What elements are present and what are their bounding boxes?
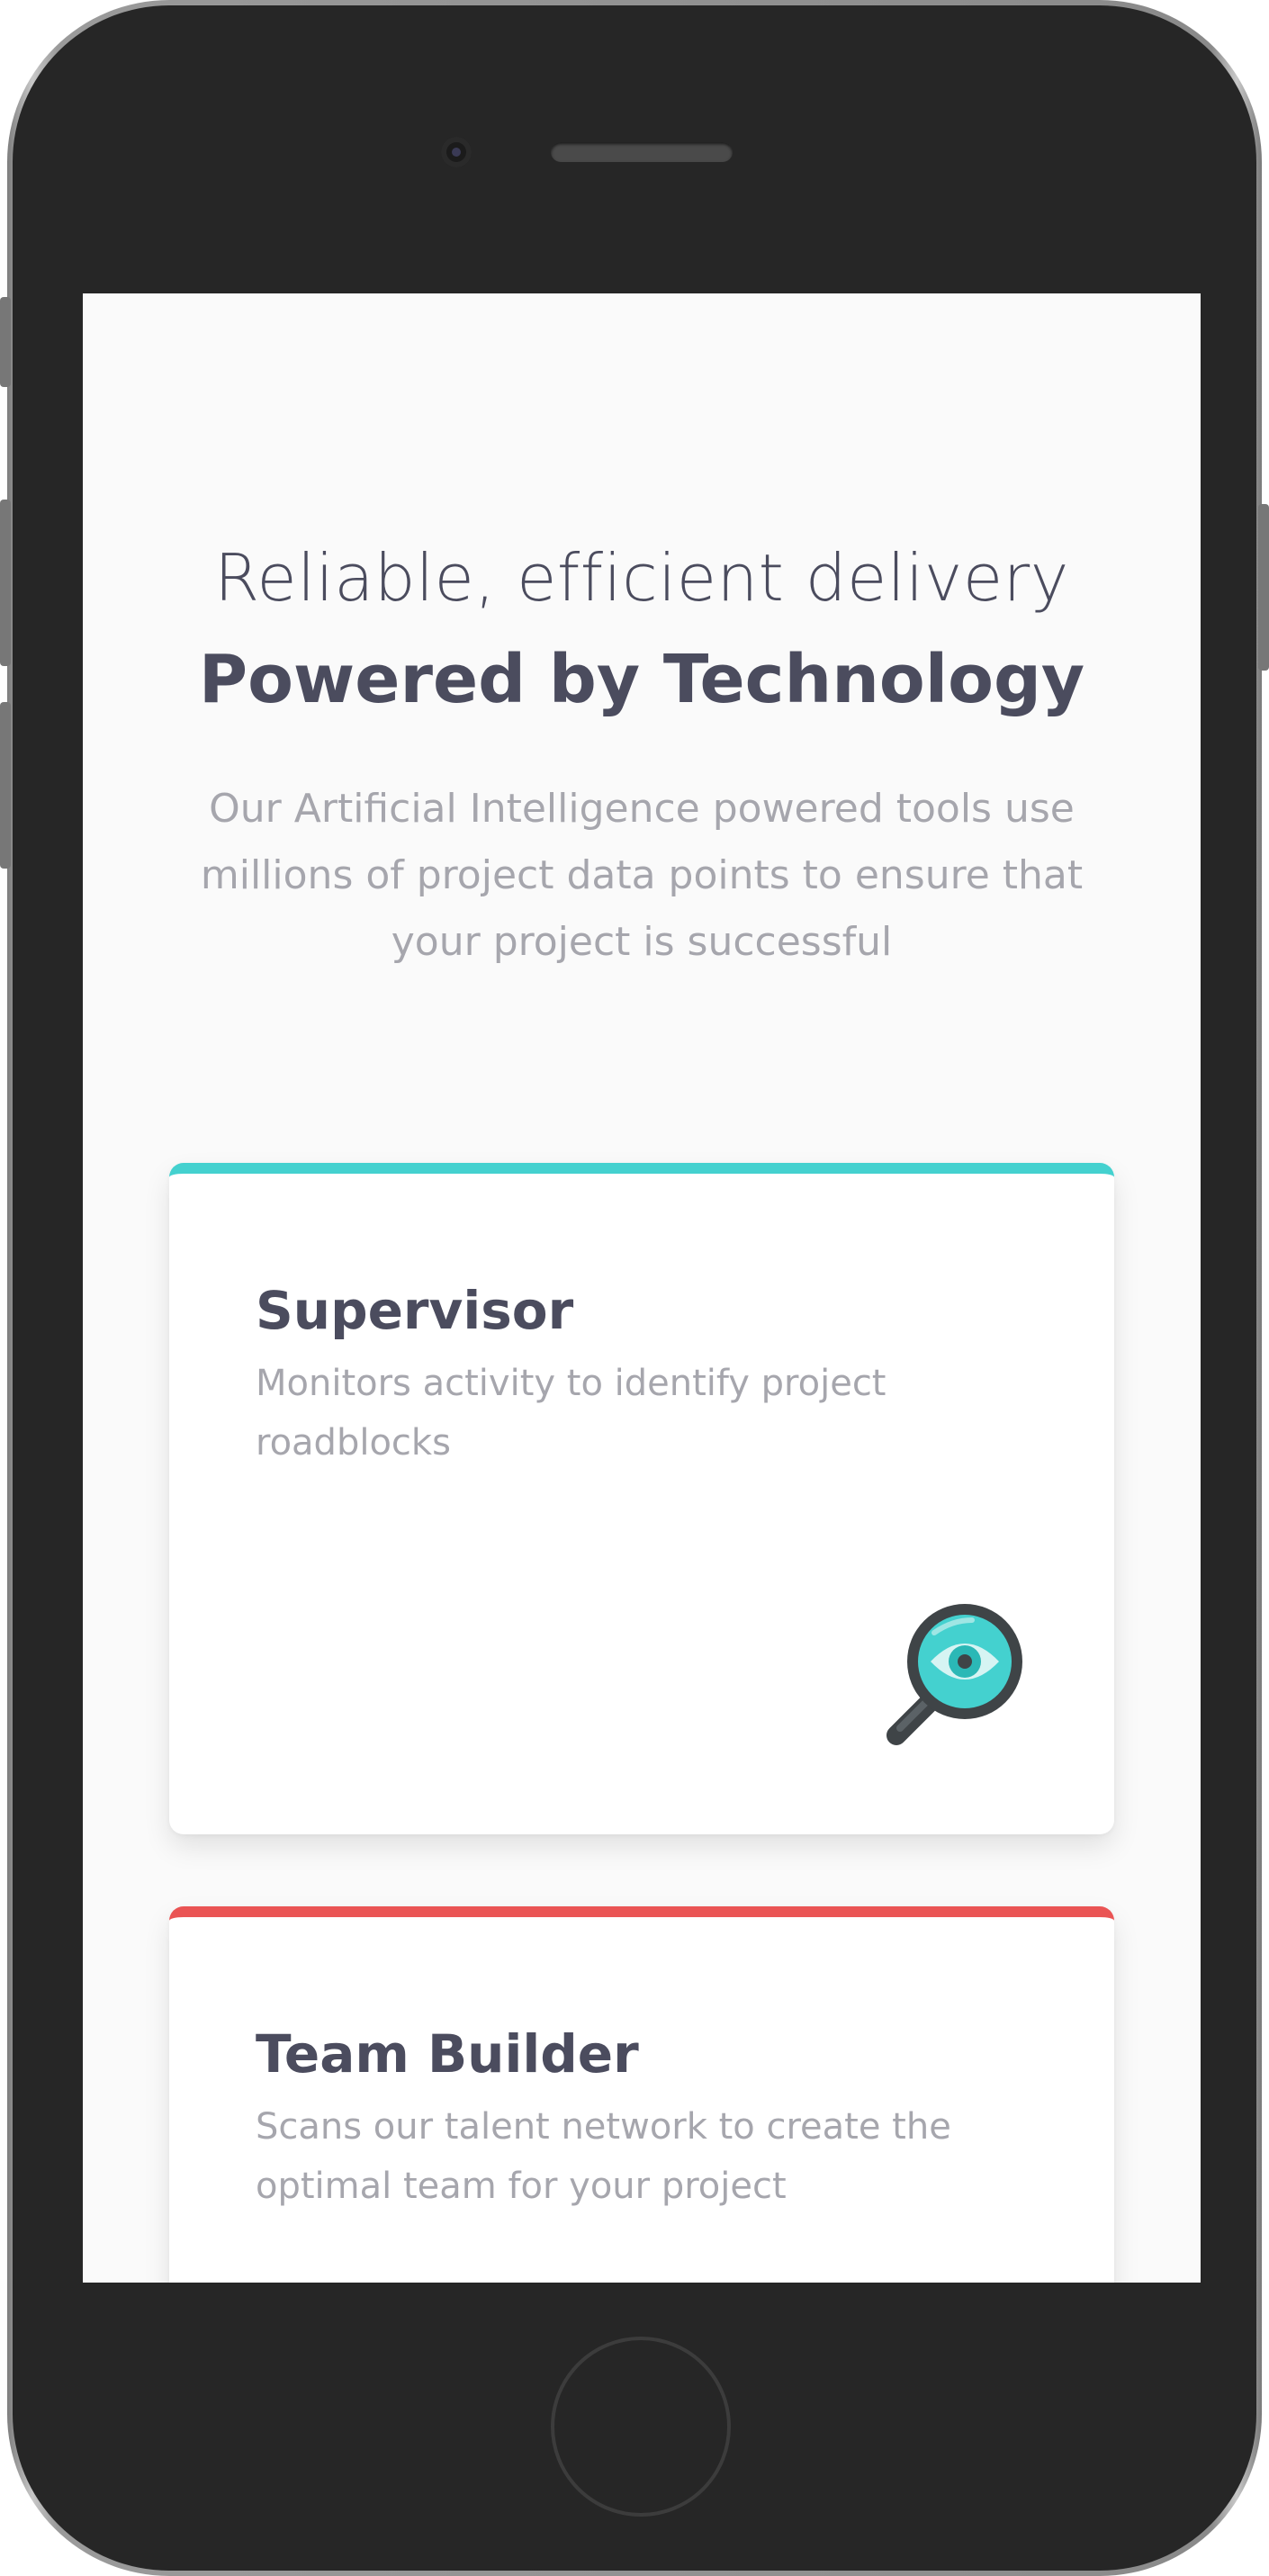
- hero-description: Our Artificial Intelligence powered tool…: [200, 786, 1084, 965]
- phone-body: Reliable, efficient delivery Powered by …: [13, 5, 1256, 2571]
- power-button[interactable]: [1258, 504, 1269, 671]
- feature-card-team-builder: Team Builder Scans our talent network to…: [169, 1906, 1114, 2283]
- hero-headline: Powered by Technology: [198, 641, 1085, 718]
- volume-up-button[interactable]: [0, 500, 11, 666]
- card-text: Scans our talent network to create the o…: [256, 2106, 951, 2207]
- volume-down-button[interactable]: [0, 702, 11, 869]
- phone-frame: Reliable, efficient delivery Powered by …: [7, 0, 1262, 2576]
- phone-screen[interactable]: Reliable, efficient delivery Powered by …: [83, 293, 1201, 2283]
- hero-lead: Reliable, efficient delivery: [214, 540, 1069, 616]
- hero-section: Reliable, efficient delivery Powered by …: [83, 293, 1201, 976]
- magnifier-eye-icon: [886, 1604, 1022, 1745]
- card-title: Supervisor: [256, 1280, 574, 1341]
- feature-card-supervisor: Supervisor Monitors activity to identify…: [169, 1163, 1114, 1834]
- silent-switch[interactable]: [0, 297, 11, 387]
- card-title: Team Builder: [256, 2023, 639, 2085]
- front-camera-icon: [441, 137, 472, 167]
- card-text: Monitors activity to identify project ro…: [256, 1363, 886, 1464]
- home-button[interactable]: [551, 2337, 731, 2517]
- earpiece-speaker: [551, 142, 733, 162]
